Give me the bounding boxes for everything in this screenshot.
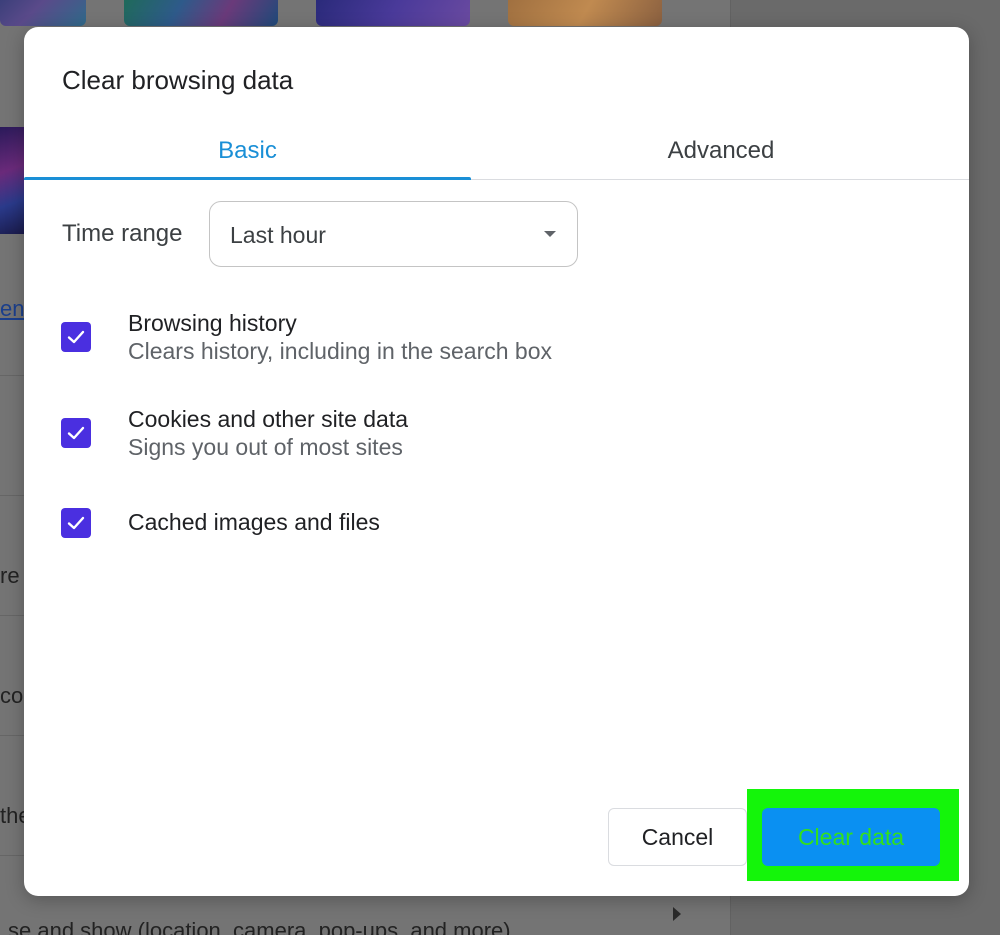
background-thumbnail [508, 0, 662, 26]
time-range-select[interactable]: Last hour [209, 201, 578, 267]
checkmark-icon [67, 516, 85, 530]
clear-data-button[interactable]: Clear data [762, 808, 940, 866]
option-subtitle: Clears history, including in the search … [128, 338, 553, 364]
checkmark-icon [67, 426, 85, 440]
cookies-checkbox[interactable] [61, 418, 91, 448]
time-range-value: Last hour [230, 222, 326, 248]
tab-basic-label: Basic [218, 137, 277, 164]
chevron-right-icon [673, 907, 681, 921]
tab-advanced-label: Advanced [667, 137, 775, 164]
browsing-history-checkbox[interactable] [61, 322, 91, 352]
tab-bar: Basic Advanced [24, 122, 969, 180]
time-range-label: Time range [62, 220, 183, 247]
tab-basic[interactable]: Basic [24, 122, 471, 180]
dropdown-caret-icon [544, 231, 556, 237]
background-thumbnail [124, 0, 278, 26]
tab-selected-indicator [24, 177, 471, 180]
dialog-title: Clear browsing data [62, 65, 294, 95]
background-thumbnail [0, 0, 86, 26]
cancel-button[interactable]: Cancel [608, 808, 747, 866]
option-subtitle: Signs you out of most sites [128, 434, 403, 460]
clear-browsing-data-dialog: Clear browsing data Basic Advanced Time … [24, 27, 969, 896]
background-text: se and show (location, camera, pop-ups, … [8, 918, 511, 935]
option-title: Cookies and other site data [128, 406, 409, 432]
background-text: re [0, 563, 20, 588]
option-title: Browsing history [128, 310, 297, 336]
option-title: Cached images and files [128, 509, 380, 535]
checkmark-icon [67, 330, 85, 344]
background-link: en [0, 296, 25, 321]
background-thumbnail [316, 0, 470, 26]
background-image [0, 127, 24, 234]
tab-advanced[interactable]: Advanced [473, 122, 969, 180]
cached-images-checkbox[interactable] [61, 508, 91, 538]
